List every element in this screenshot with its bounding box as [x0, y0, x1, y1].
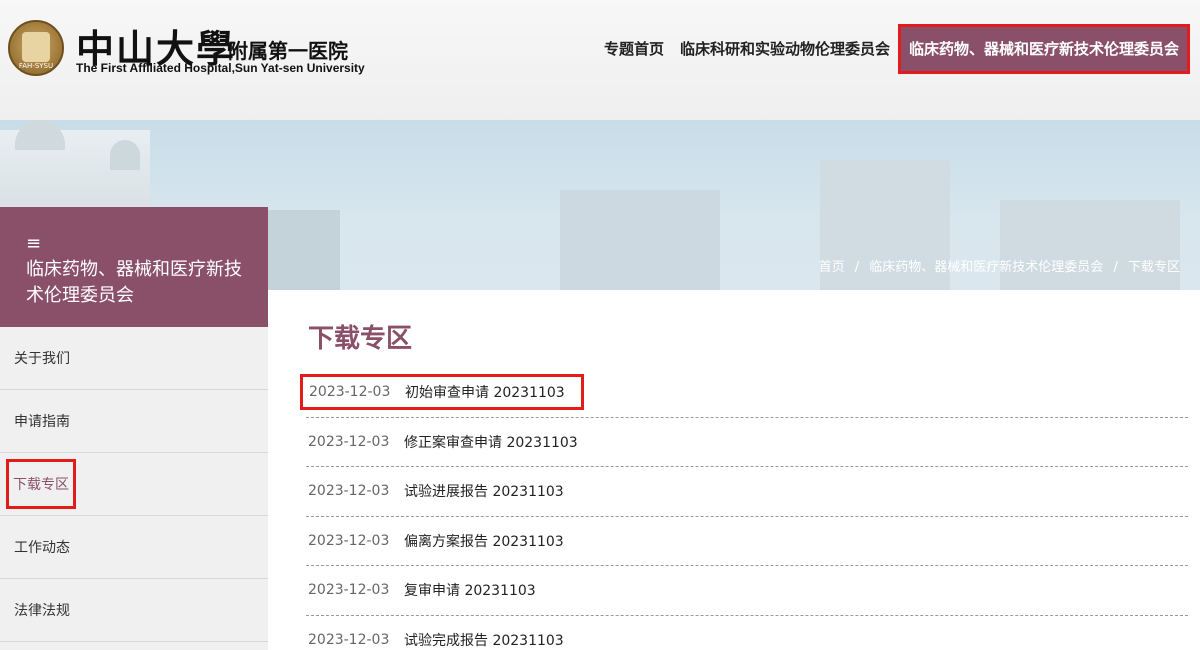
item-date: 2023-12-03	[308, 433, 390, 450]
top-navigation: 专题首页 临床科研和实验动物伦理委员会 临床药物、器械和医疗新技术伦理委员会	[596, 24, 1190, 74]
item-date: 2023-12-03	[309, 384, 391, 401]
sidebar-menu: 关于我们 申请指南 下载专区 工作动态 法律法规	[0, 327, 268, 650]
menu-icon[interactable]: ≡	[26, 235, 242, 253]
item-title-link[interactable]: 试验完成报告 20231103	[404, 630, 564, 650]
banner-building	[560, 190, 720, 290]
download-list: 2023-12-03 初始审查申请 20231103 2023-12-03 修正…	[300, 368, 1188, 650]
breadcrumb-committee[interactable]: 临床药物、器械和医疗新技术伦理委员会	[869, 260, 1103, 275]
list-item[interactable]: 2023-12-03 试验进展报告 20231103	[306, 467, 1188, 517]
nav-research-animal-ethics[interactable]: 临床科研和实验动物伦理委员会	[672, 24, 898, 74]
building-emblem-icon	[22, 32, 50, 62]
item-title-link[interactable]: 试验进展报告 20231103	[404, 481, 564, 501]
nav-drug-device-ethics[interactable]: 临床药物、器械和医疗新技术伦理委员会	[897, 24, 1190, 74]
banner-dome	[110, 140, 140, 170]
breadcrumb-separator: /	[1113, 260, 1118, 275]
sidebar-title: 临床药物、器械和医疗新技术伦理委员会	[26, 259, 242, 306]
banner-dome	[15, 120, 65, 150]
sidebar-item-label: 申请指南	[14, 414, 70, 430]
logo-english-name: The First Affiliated Hospital,Sun Yat-se…	[76, 61, 365, 75]
item-date: 2023-12-03	[308, 483, 390, 500]
seal-text: FAH-SYSU	[18, 62, 54, 70]
sidebar-item-downloads[interactable]: 下载专区	[0, 453, 268, 516]
sidebar-item-news[interactable]: 工作动态	[0, 516, 268, 579]
logo-subtitle: 附属第一医院	[228, 39, 348, 63]
list-item[interactable]: 2023-12-03 复审申请 20231103	[306, 566, 1188, 616]
sidebar-item-label: 工作动态	[14, 540, 70, 556]
page-title: 下载专区	[308, 324, 413, 354]
breadcrumb-current[interactable]: 下载专区	[1128, 260, 1180, 275]
item-date: 2023-12-03	[308, 632, 390, 649]
sidebar-item-regulations[interactable]: 法律法规	[0, 579, 268, 642]
sidebar-item-label: 关于我们	[14, 351, 70, 367]
item-title-link[interactable]: 复审申请 20231103	[404, 580, 536, 600]
breadcrumb-home[interactable]: 首页	[819, 260, 845, 275]
list-item[interactable]: 2023-12-03 修正案审查申请 20231103	[306, 418, 1188, 467]
sidebar-item-label: 下载专区	[6, 459, 76, 509]
item-title-link[interactable]: 修正案审查申请 20231103	[404, 432, 578, 452]
breadcrumb: 首页 / 临床药物、器械和医疗新技术伦理委员会 / 下载专区	[819, 256, 1180, 275]
nav-topic-home[interactable]: 专题首页	[596, 24, 672, 74]
list-item[interactable]: 2023-12-03 偏离方案报告 20231103	[306, 517, 1188, 566]
item-date: 2023-12-03	[308, 532, 390, 549]
site-header: FAH-SYSU 中山大學 附属第一医院 The First Affiliate…	[0, 0, 1200, 120]
university-seal-logo[interactable]: FAH-SYSU	[8, 20, 64, 76]
sidebar-item-about[interactable]: 关于我们	[0, 327, 268, 390]
list-item[interactable]: 2023-12-03 初始审查申请 20231103	[300, 368, 1188, 418]
item-date: 2023-12-03	[308, 582, 390, 599]
list-item[interactable]: 2023-12-03 试验完成报告 20231103	[306, 616, 1188, 650]
main-content: 下载专区 2023-12-03 初始审查申请 20231103 2023-12-…	[268, 290, 1200, 650]
sidebar-item-label: 法律法规	[14, 603, 70, 619]
sidebar-header: ≡ 临床药物、器械和医疗新技术伦理委员会	[0, 207, 268, 327]
sidebar-item-guide[interactable]: 申请指南	[0, 390, 268, 453]
item-title-link[interactable]: 偏离方案报告 20231103	[404, 531, 564, 551]
item-title-link[interactable]: 初始审查申请 20231103	[405, 382, 565, 402]
breadcrumb-separator: /	[854, 260, 860, 275]
banner-building	[1000, 200, 1180, 290]
